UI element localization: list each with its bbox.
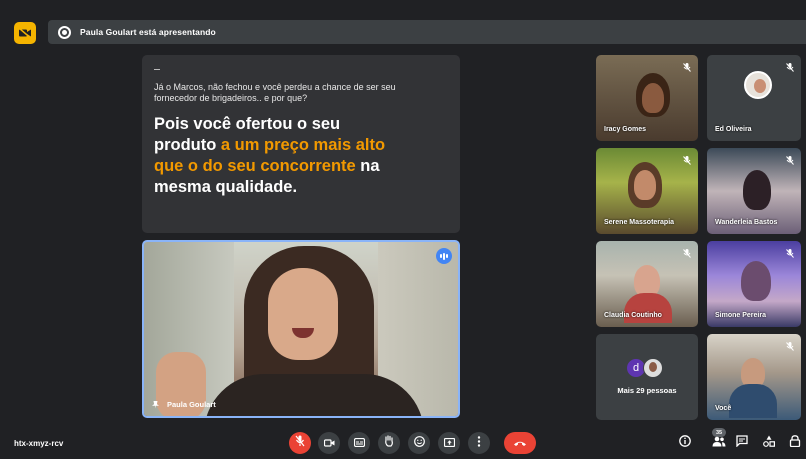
- presenting-banner: Paula Goulart está apresentando: [48, 20, 806, 44]
- participant-tile[interactable]: Iracy Gomes: [596, 55, 698, 141]
- camera-icon: [323, 434, 335, 452]
- emoji-icon: [413, 434, 425, 452]
- participant-video: [642, 83, 664, 113]
- pin-icon[interactable]: [152, 400, 159, 409]
- people-button[interactable]: [710, 434, 728, 452]
- present-screen-icon: [443, 434, 455, 452]
- raise-hand-button[interactable]: [378, 432, 400, 454]
- participant-tile[interactable]: Wanderleia Bastos: [707, 148, 801, 234]
- participant-video: [729, 384, 777, 418]
- chat-button[interactable]: [733, 434, 751, 452]
- camera-off-icon[interactable]: [14, 22, 36, 44]
- slide-dash: [154, 69, 160, 70]
- speaker-video-tile[interactable]: Paula Goulart: [142, 240, 460, 418]
- more-avatars: d: [626, 358, 663, 378]
- mic-toggle-button[interactable]: [289, 432, 311, 454]
- mic-off-icon: [786, 342, 794, 351]
- slide-intro-text: Já o Marcos, não fechou e você perdeu a …: [154, 82, 396, 103]
- camera-toggle-button[interactable]: [318, 432, 340, 454]
- more-options-icon: [477, 434, 481, 452]
- info-icon: [679, 434, 691, 452]
- mic-off-icon: [786, 63, 794, 72]
- raise-hand-icon: [384, 434, 394, 452]
- participant-video: [741, 261, 771, 301]
- speaker-body: [204, 374, 424, 416]
- emoji-button[interactable]: [408, 432, 430, 454]
- chat-icon: [736, 434, 748, 452]
- participant-tile[interactable]: Claudia Coutinho: [596, 241, 698, 327]
- participant-name: Serene Massoterapia: [604, 219, 675, 226]
- more-participants-label: Mais 29 pessoas: [617, 386, 677, 395]
- self-video-tile[interactable]: Você: [707, 334, 801, 420]
- participant-name: Simone Pereira: [715, 312, 766, 319]
- mic-off-icon: [295, 434, 305, 452]
- slide-headline: Pois você ofertou o seu produto a um pre…: [154, 114, 394, 198]
- mic-off-icon: [683, 156, 691, 165]
- lock-icon: [789, 434, 801, 452]
- participant-tile[interactable]: Serene Massoterapia: [596, 148, 698, 234]
- end-call-icon: [513, 434, 527, 452]
- avatar: [643, 358, 663, 378]
- meeting-code: htx-xmyz-rcv: [14, 439, 64, 448]
- mic-off-icon: [786, 249, 794, 258]
- participant-tile[interactable]: Ed Oliveira: [707, 55, 801, 141]
- bottom-bar: htx-xmyz-rcv 35: [0, 424, 806, 459]
- mic-off-icon: [786, 156, 794, 165]
- participant-name: Wanderleia Bastos: [715, 219, 778, 226]
- host-controls-button[interactable]: [786, 434, 804, 452]
- people-icon: [712, 434, 726, 452]
- mic-off-icon: [683, 63, 691, 72]
- speaker-face: [268, 268, 338, 360]
- speaking-indicator-icon: [436, 248, 452, 264]
- info-button[interactable]: [676, 434, 694, 452]
- participant-name: Iracy Gomes: [604, 126, 647, 133]
- captions-icon: [353, 434, 365, 452]
- present-screen-button[interactable]: [438, 432, 460, 454]
- mic-off-icon: [683, 249, 691, 258]
- participant-video: [634, 170, 656, 200]
- speaker-name: Paula Goulart: [167, 400, 216, 409]
- participant-tile[interactable]: Simone Pereira: [707, 241, 801, 327]
- presenting-text: Paula Goulart está apresentando: [80, 27, 216, 37]
- activities-button[interactable]: [760, 434, 778, 452]
- participant-name: Claudia Coutinho: [604, 312, 662, 319]
- present-icon: [58, 25, 71, 39]
- presentation-slide: Já o Marcos, não fechou e você perdeu a …: [142, 55, 460, 233]
- participant-name: Ed Oliveira: [715, 126, 752, 133]
- end-call-button[interactable]: [504, 432, 536, 454]
- more-options-button[interactable]: [468, 432, 490, 454]
- participant-video: [743, 170, 771, 210]
- avatar: [744, 71, 772, 99]
- speaker-name-label: Paula Goulart: [152, 400, 216, 409]
- top-bar: Paula Goulart está apresentando: [0, 0, 806, 44]
- activities-icon: [763, 434, 776, 452]
- self-name: Você: [715, 405, 732, 412]
- captions-button[interactable]: [348, 432, 370, 454]
- more-participants-tile[interactable]: d Mais 29 pessoas: [596, 334, 698, 420]
